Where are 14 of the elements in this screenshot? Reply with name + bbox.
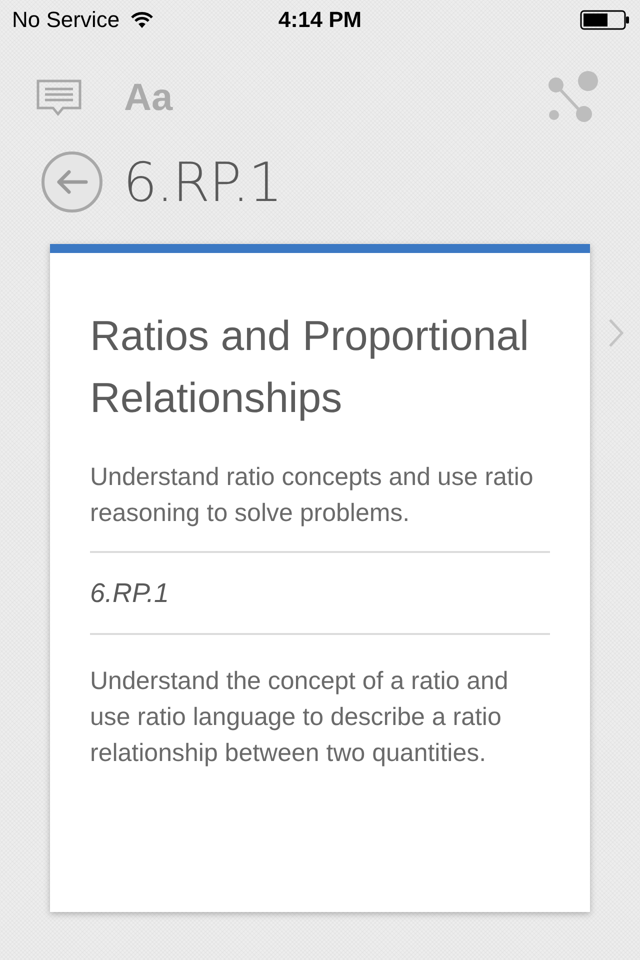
- page-title: 6.RP.1: [123, 150, 282, 214]
- clock-time: 4:14 PM: [278, 7, 362, 33]
- next-icon[interactable]: [608, 318, 624, 348]
- standard-code: 6.RP.1: [90, 577, 170, 610]
- wifi-icon: [130, 11, 154, 29]
- domain-heading: Ratios and Proportional Relationships: [90, 311, 530, 423]
- carrier-label: No Service: [12, 7, 120, 33]
- comment-icon[interactable]: [36, 79, 82, 117]
- share-icon[interactable]: [546, 71, 600, 125]
- back-icon[interactable]: [41, 151, 103, 213]
- cluster-text: Understand ratio concepts and use ratio reasoning to solve problems.: [90, 462, 534, 529]
- battery-icon: [580, 10, 630, 30]
- standard-text: Understand the concept of a ratio and use ratio language to describe a ratio relationship between two quantities.: [90, 666, 510, 769]
- font-size-button[interactable]: Aa: [124, 76, 173, 120]
